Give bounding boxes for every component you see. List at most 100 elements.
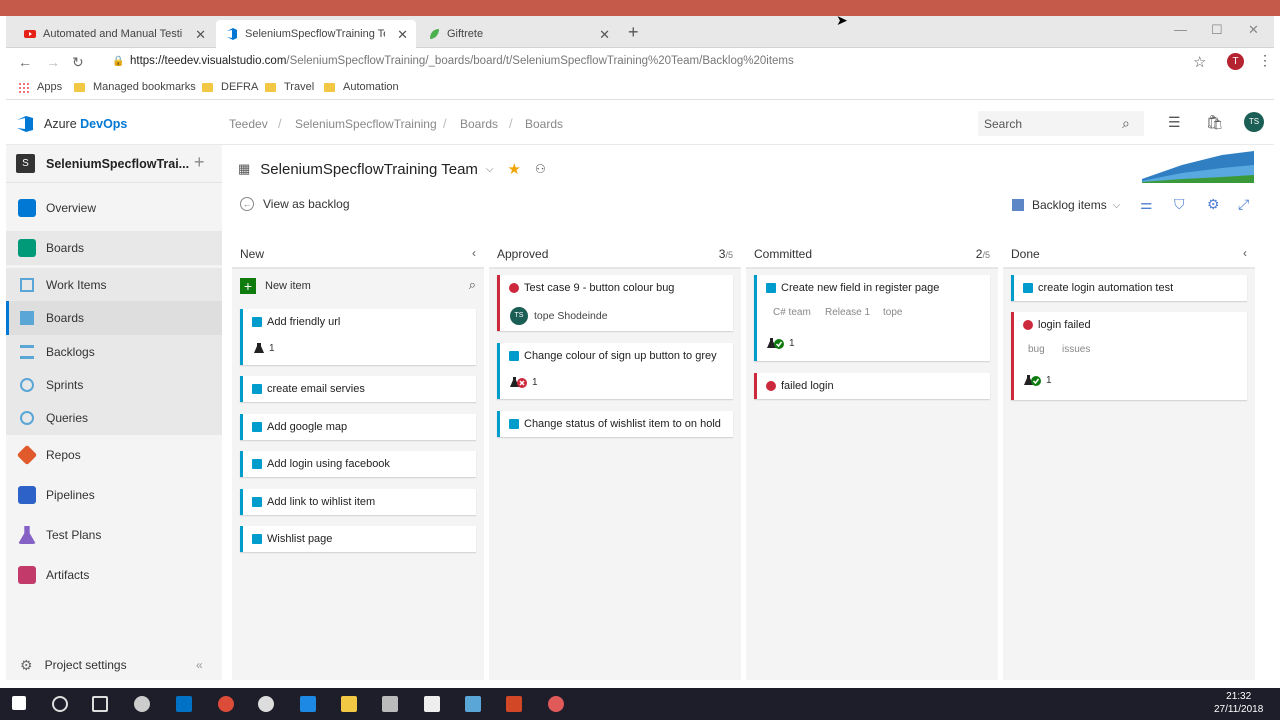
- team-members-icon[interactable]: ⚇: [535, 162, 546, 176]
- sidebar-item-queries[interactable]: Queries: [6, 401, 222, 435]
- sidebar-item-boards-sub[interactable]: Boards: [6, 301, 222, 335]
- maximize-icon[interactable]: ☐: [1211, 22, 1223, 38]
- bookmark-star-icon[interactable]: ☆: [1193, 53, 1206, 71]
- chevron-down-icon[interactable]: ⌵: [486, 164, 494, 175]
- lock-icon: 🔒: [112, 56, 125, 67]
- add-icon[interactable]: +: [194, 152, 205, 173]
- tag[interactable]: C# team: [773, 307, 811, 318]
- browser-tab[interactable]: Automated and Manual Testing ✕: [14, 20, 214, 48]
- project-row[interactable]: S SeleniumSpecflowTrai... +: [6, 145, 222, 183]
- new-item-button[interactable]: + New item: [240, 275, 476, 297]
- sidebar-item-work-items[interactable]: Work Items: [6, 268, 222, 302]
- sidebar-item-artifacts[interactable]: Artifacts: [6, 558, 222, 592]
- chrome-icon[interactable]: [218, 696, 234, 712]
- app-icon[interactable]: [424, 696, 440, 712]
- breadcrumb-org[interactable]: Teedev: [229, 117, 268, 131]
- board-card[interactable]: Add google map: [240, 414, 476, 440]
- app-icon[interactable]: [382, 696, 398, 712]
- azure-devops-logo-icon[interactable]: [16, 115, 34, 133]
- bookmark-folder[interactable]: DEFRA: [202, 81, 258, 93]
- board-card[interactable]: Test case 9 - button colour bug TS tope S…: [497, 275, 733, 331]
- board-card[interactable]: create email servies: [240, 376, 476, 402]
- board-card[interactable]: Change status of wishlist item to on hol…: [497, 411, 733, 437]
- sprint-icon: [20, 378, 34, 392]
- cumulative-flow-thumbnail[interactable]: [1142, 151, 1254, 183]
- outlook-icon[interactable]: [176, 696, 192, 712]
- browser-tab-active[interactable]: SeleniumSpecflowTraining Team ✕: [216, 20, 416, 48]
- expand-icon[interactable]: ⤢: [1238, 196, 1249, 213]
- sidebar-item-test-plans[interactable]: Test Plans: [6, 518, 222, 552]
- windows-start-icon[interactable]: [12, 696, 26, 710]
- new-tab-icon[interactable]: +: [628, 22, 639, 43]
- search-icon[interactable]: ⌕: [469, 277, 476, 293]
- board-card[interactable]: create login automation test: [1011, 275, 1247, 301]
- sidebar-item-pipelines[interactable]: Pipelines: [6, 478, 222, 512]
- list-icon[interactable]: ☰: [1168, 114, 1181, 131]
- tag[interactable]: Release 1: [825, 307, 870, 318]
- gear-icon[interactable]: ⚙: [1207, 196, 1220, 213]
- team-name[interactable]: SeleniumSpecflowTraining Team: [260, 161, 478, 178]
- chevron-left-icon[interactable]: ‹: [1243, 246, 1247, 260]
- bookmark-folder[interactable]: Managed bookmarks: [74, 81, 196, 93]
- file-explorer-icon[interactable]: [341, 696, 357, 712]
- chevron-left-icon[interactable]: ‹: [472, 246, 476, 260]
- board-card[interactable]: failed login: [754, 373, 990, 399]
- tag[interactable]: tope: [883, 307, 902, 318]
- search-input[interactable]: Search ⌕: [978, 111, 1144, 136]
- tag[interactable]: bug: [1028, 344, 1045, 355]
- board-card[interactable]: Add link to wihlist item: [240, 489, 476, 515]
- board-card[interactable]: Create new field in register page C# tea…: [754, 275, 990, 361]
- reload-icon[interactable]: ↻: [72, 54, 84, 71]
- app-icon[interactable]: [258, 696, 274, 712]
- app-icon[interactable]: [465, 696, 481, 712]
- task-view-icon[interactable]: [92, 696, 108, 712]
- close-window-icon[interactable]: ✕: [1248, 22, 1259, 38]
- board-card[interactable]: Wishlist page: [240, 526, 476, 552]
- forward-icon[interactable]: →: [46, 54, 60, 70]
- settings-sliders-icon[interactable]: ⚌: [1140, 196, 1153, 213]
- favorite-star-icon[interactable]: ★: [508, 160, 521, 178]
- app-icon[interactable]: [134, 696, 150, 712]
- view-as-backlog-link[interactable]: ← View as backlog: [240, 197, 350, 211]
- close-tab-icon[interactable]: ✕: [397, 27, 408, 43]
- user-avatar[interactable]: TS: [1244, 112, 1264, 132]
- sidebar-item-sprints[interactable]: Sprints: [6, 368, 222, 402]
- back-icon[interactable]: ←: [18, 54, 32, 70]
- sidebar-item-backlogs[interactable]: Backlogs: [6, 335, 222, 369]
- bookmark-folder[interactable]: Automation: [324, 81, 399, 93]
- board-card[interactable]: Add login using facebook: [240, 451, 476, 477]
- backlog-level-selector[interactable]: Backlog items ⌵: [1012, 198, 1120, 212]
- search-icon[interactable]: [52, 696, 68, 712]
- sidebar-item-repos[interactable]: Repos: [6, 438, 222, 472]
- minimize-icon[interactable]: —: [1174, 22, 1187, 37]
- shopping-bag-icon[interactable]: 🛍: [1206, 114, 1224, 131]
- edge-icon[interactable]: [300, 696, 316, 712]
- breadcrumb-project[interactable]: SeleniumSpecflowTraining: [295, 117, 437, 131]
- collapse-sidebar-icon[interactable]: «: [196, 658, 203, 672]
- system-clock[interactable]: 21:32 27/11/2018: [1214, 690, 1263, 716]
- sidebar-item-overview[interactable]: Overview: [6, 191, 222, 225]
- project-settings[interactable]: ⚙ Project settings «: [6, 650, 222, 680]
- youtube-icon: [24, 30, 36, 38]
- filter-icon[interactable]: ⛉: [1174, 196, 1185, 213]
- url-field[interactable]: https://teedev.visualstudio.com/Selenium…: [130, 55, 794, 67]
- profile-avatar[interactable]: T: [1227, 53, 1244, 70]
- board-card[interactable]: Change colour of sign up button to grey …: [497, 343, 733, 399]
- browser-tab[interactable]: Giftrete ✕: [418, 20, 618, 48]
- tag[interactable]: issues: [1062, 344, 1090, 355]
- browser-menu-icon[interactable]: ⋮: [1258, 52, 1272, 69]
- sidebar-item-boards[interactable]: Boards: [6, 231, 222, 265]
- brand-title[interactable]: Azure DevOps: [44, 117, 127, 131]
- close-tab-icon[interactable]: ✕: [195, 27, 206, 43]
- close-tab-icon[interactable]: ✕: [599, 27, 610, 43]
- chrome-icon[interactable]: [548, 696, 564, 712]
- breadcrumb-page[interactable]: Boards: [525, 117, 563, 131]
- bookmark-folder[interactable]: Travel: [265, 81, 314, 93]
- board-card[interactable]: Add friendly url 1: [240, 309, 476, 365]
- powerpoint-icon[interactable]: [506, 696, 522, 712]
- board-card[interactable]: login failed bug issues 1: [1011, 312, 1247, 400]
- card-title: Add google map: [267, 421, 348, 433]
- bookmark-apps[interactable]: Apps: [18, 81, 62, 93]
- breadcrumb-hub[interactable]: Boards: [460, 117, 498, 131]
- plus-icon: +: [240, 278, 256, 294]
